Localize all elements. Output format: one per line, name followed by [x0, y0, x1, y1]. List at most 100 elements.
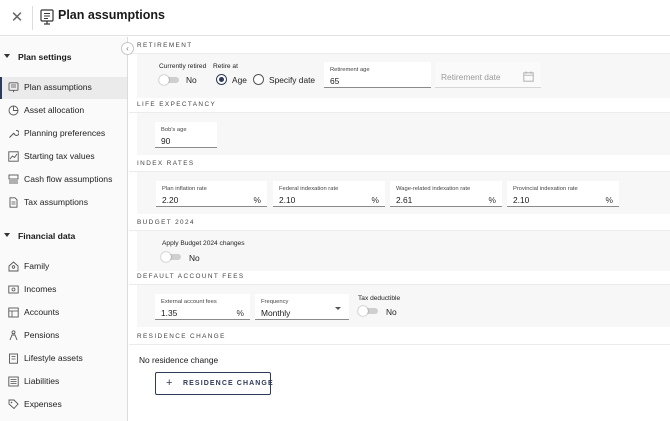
frequency-select[interactable]: Frequency Monthly [255, 294, 349, 320]
toggle-knob [159, 75, 169, 85]
sidebar-item-asset-allocation[interactable]: Asset allocation [0, 100, 127, 122]
retirement-date-field[interactable]: Retirement date [435, 62, 541, 88]
retire-at-age-radio[interactable] [216, 74, 227, 85]
add-residence-change-button[interactable]: + RESIDENCE CHANGE [155, 372, 274, 395]
field-value: 1.35 [161, 308, 178, 318]
field-value: 2.20 [162, 195, 179, 205]
plan-doc-icon [8, 82, 19, 93]
sidebar-item-liabilities[interactable]: Liabilities [0, 371, 127, 393]
accounts-icon [8, 307, 19, 318]
sidebar-item-planning-preferences[interactable]: Planning preferences [0, 123, 127, 145]
sidebar-section-label: Financial data [18, 231, 76, 241]
field-value: 2.61 [396, 195, 413, 205]
sidebar-item-accounts[interactable]: Accounts [0, 302, 127, 324]
sidebar-section-financial-data[interactable]: Financial data [0, 229, 128, 247]
field-value: 90 [161, 136, 171, 146]
residence-status-text: No residence change [139, 355, 219, 365]
header-divider [32, 6, 33, 30]
retire-at-label: Retire at [213, 63, 238, 70]
sidebar-item-incomes[interactable]: Incomes [0, 279, 127, 301]
sidebar-item-family[interactable]: Family [0, 256, 127, 278]
tax-deductible-toggle[interactable] [358, 306, 378, 316]
provincial-indexation-rate-field[interactable]: Provincial indexation rate 2.10 % [507, 181, 619, 207]
sidebar-item-label: Liabilities [24, 376, 60, 386]
sidebar-item-expenses[interactable]: Expenses [0, 394, 127, 416]
currently-retired-toggle[interactable] [159, 75, 179, 85]
retirement-age-field[interactable]: Retirement age 65 [324, 62, 431, 88]
sidebar-item-tax-assumptions[interactable]: Tax assumptions [0, 192, 127, 214]
sidebar-item-starting-tax-values[interactable]: Starting tax values [0, 146, 127, 168]
apply-budget-label: Apply Budget 2024 changes [162, 240, 245, 247]
federal-indexation-rate-field[interactable]: Federal indexation rate 2.10 % [273, 181, 385, 207]
section-label-index-rates: INDEX RATES [137, 160, 195, 167]
sidebar-item-label: Family [24, 261, 50, 271]
sidebar-section-label: Plan settings [18, 52, 72, 62]
budget-group [137, 231, 670, 271]
pie-chart-icon [8, 105, 19, 116]
building-icon [9, 353, 18, 364]
sidebar-item-label: Plan assumptions [24, 82, 92, 92]
retire-at-age-label[interactable]: Age [232, 75, 247, 85]
percent-suffix: % [488, 195, 496, 205]
plan-inflation-rate-field[interactable]: Plan inflation rate 2.20 % [156, 181, 267, 207]
sidebar-item-label: Pensions [24, 330, 60, 340]
percent-suffix: % [371, 195, 379, 205]
percent-suffix: % [253, 195, 261, 205]
percent-suffix: % [605, 195, 613, 205]
section-divider [129, 344, 670, 345]
button-label: RESIDENCE CHANGE [183, 380, 274, 387]
wage-related-indexation-rate-field[interactable]: Wage-related indexation rate 2.61 % [390, 181, 502, 207]
sidebar-section-plan-settings[interactable]: Plan settings [0, 50, 128, 68]
field-value: 65 [330, 76, 340, 86]
top-bar: ✕ Plan assumptions [0, 0, 670, 36]
income-icon [8, 285, 19, 294]
apply-budget-toggle[interactable] [161, 252, 181, 262]
wrench-icon [9, 129, 19, 138]
caret-down-icon [4, 54, 10, 58]
sidebar-item-label: Expenses [24, 399, 62, 409]
section-label-life-expectancy: LIFE EXPECTANCY [137, 101, 217, 108]
tax-deductible-value: No [386, 307, 397, 317]
cash-stack-icon [8, 174, 19, 184]
close-icon[interactable]: ✕ [8, 9, 26, 27]
sidebar-item-pensions[interactable]: Pensions [0, 325, 127, 347]
sidebar-item-label: Planning preferences [24, 128, 106, 138]
sidebar-item-lifestyle-assets[interactable]: Lifestyle assets [0, 348, 127, 370]
sidebar-item-label: Asset allocation [24, 105, 85, 115]
sidebar-item-label: Starting tax values [24, 151, 95, 161]
sidebar-item-label: Lifestyle assets [24, 353, 83, 363]
field-label: Retirement age [330, 67, 370, 73]
sidebar-item-plan-assumptions[interactable]: Plan assumptions [0, 77, 127, 99]
sidebar-item-label: Cash flow assumptions [24, 174, 113, 184]
toggle-knob [161, 252, 171, 262]
toggle-knob [358, 306, 368, 316]
field-label: Plan inflation rate [162, 186, 207, 192]
sidebar-item-cash-flow-assumptions[interactable]: Cash flow assumptions [0, 169, 127, 191]
retire-at-specify-date-label[interactable]: Specify date [269, 75, 315, 85]
field-value: 2.10 [279, 195, 296, 205]
section-label-budget: BUDGET 2024 [137, 219, 195, 226]
page-title: Plan assumptions [58, 8, 165, 22]
sidebar: Plan settings Plan assumptions Asset all… [0, 37, 128, 421]
document-icon [9, 197, 18, 208]
currently-retired-value: No [186, 75, 197, 85]
percent-suffix: % [236, 308, 244, 318]
sidebar-item-label: Tax assumptions [24, 197, 89, 207]
field-label: Wage-related indexation rate [396, 186, 471, 192]
external-account-fees-field[interactable]: External account fees 1.35 % [155, 294, 250, 320]
field-label: External account fees [161, 299, 217, 305]
section-label-retirement: RETIREMENT [137, 42, 193, 49]
field-value: Monthly [261, 308, 291, 318]
currently-retired-label: Currently retired [159, 63, 207, 70]
plus-icon: + [166, 377, 173, 389]
collapse-sidebar-chevron-icon[interactable]: ‹ [121, 42, 134, 55]
field-value: 2.10 [513, 195, 530, 205]
family-icon [8, 261, 19, 272]
field-label: Frequency [261, 299, 289, 305]
calendar-icon[interactable] [523, 71, 534, 82]
line-chart-icon [8, 151, 19, 162]
caret-down-icon [4, 233, 10, 237]
liabilities-icon [8, 376, 19, 387]
retire-at-specify-date-radio[interactable] [253, 74, 264, 85]
bobs-age-field[interactable]: Bob's age 90 [155, 122, 217, 148]
